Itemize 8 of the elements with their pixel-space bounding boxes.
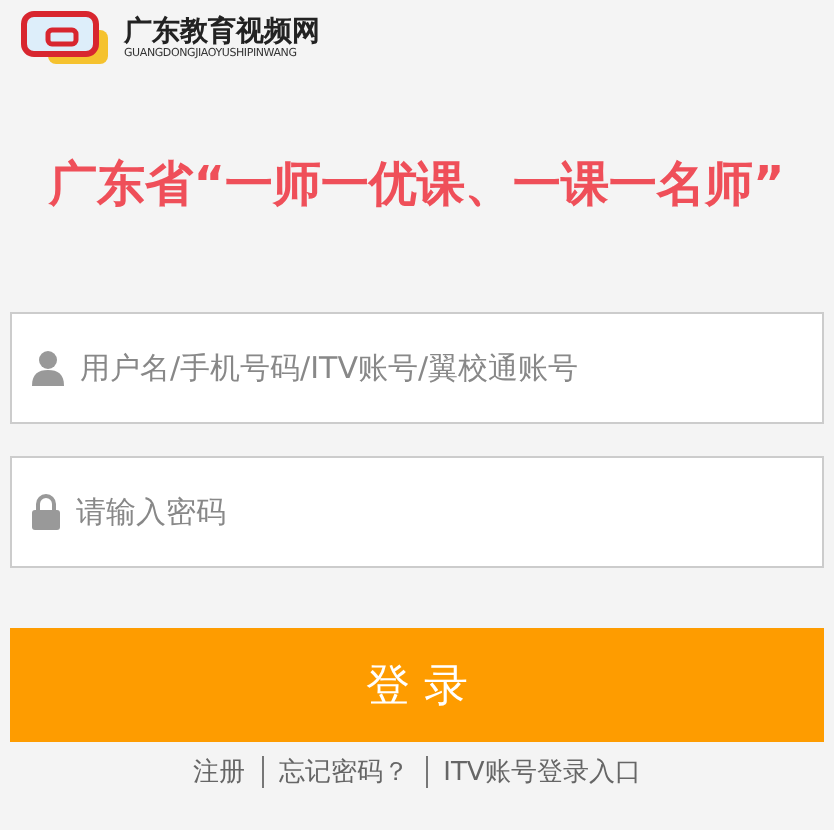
logo-icon <box>20 10 112 66</box>
lock-icon <box>32 494 60 530</box>
headline: 广东省“一师一优课、一课一名师” <box>46 154 787 216</box>
footer-link[interactable]: ITV账号登录入口 <box>443 754 641 790</box>
user-icon <box>32 350 64 386</box>
footer-link[interactable]: 忘记密码？ <box>279 754 410 790</box>
logo-name: 广东教育视频网 <box>124 15 320 47</box>
footer-link[interactable]: 注册 <box>193 754 246 790</box>
